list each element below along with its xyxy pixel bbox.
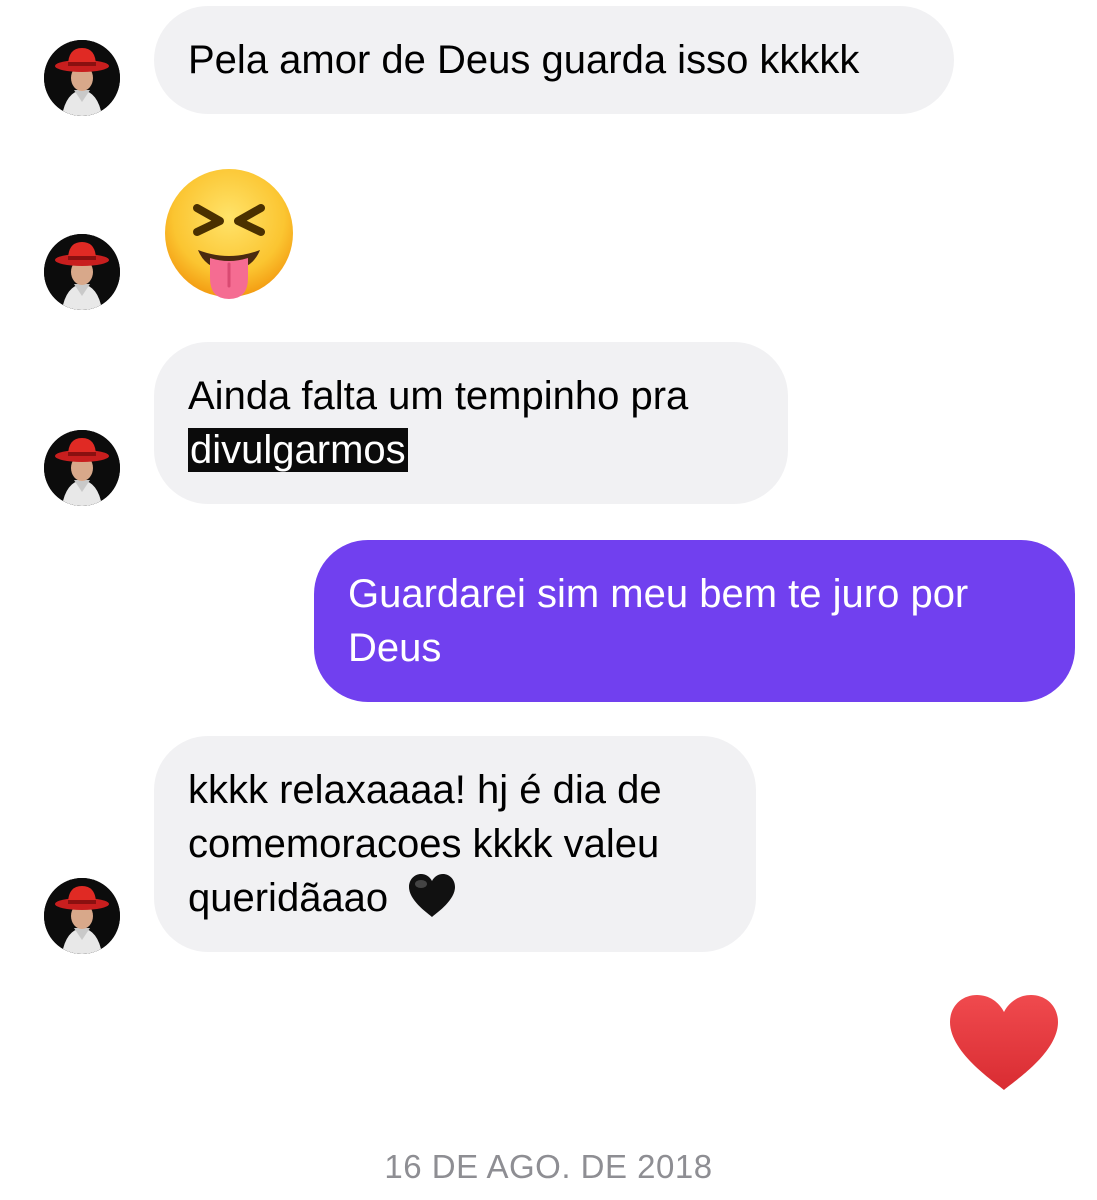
message-text: Pela amor de Deus guarda isso kkkkk	[188, 38, 860, 82]
contact-avatar[interactable]	[44, 878, 120, 954]
squinting-face-with-tongue-icon[interactable]	[160, 166, 298, 309]
incoming-message-bubble[interactable]: Pela amor de Deus guarda isso kkkkk	[154, 6, 954, 114]
message-text: Ainda falta um tempinho pra	[188, 374, 689, 418]
contact-avatar[interactable]	[44, 430, 120, 506]
highlighted-text: divulgarmos	[188, 428, 408, 472]
incoming-message-bubble[interactable]: Ainda falta um tempinho pra divulgarmos	[154, 342, 788, 504]
incoming-message-bubble[interactable]: kkkk relaxaaaa! hj é dia de comemoracoes…	[154, 736, 756, 952]
message-thread[interactable]: Pela amor de Deus guarda isso kkkkk Aind…	[0, 0, 1097, 1200]
date-separator: 16 DE AGO. DE 2018	[384, 1148, 713, 1185]
contact-avatar[interactable]	[44, 234, 120, 310]
message-text: Guardarei sim meu bem te juro por Deus	[348, 572, 969, 670]
black-heart-icon	[407, 873, 457, 933]
outgoing-message-bubble[interactable]: Guardarei sim meu bem te juro por Deus	[314, 540, 1075, 702]
contact-avatar[interactable]	[44, 40, 120, 116]
red-heart-icon[interactable]	[946, 992, 1062, 1097]
